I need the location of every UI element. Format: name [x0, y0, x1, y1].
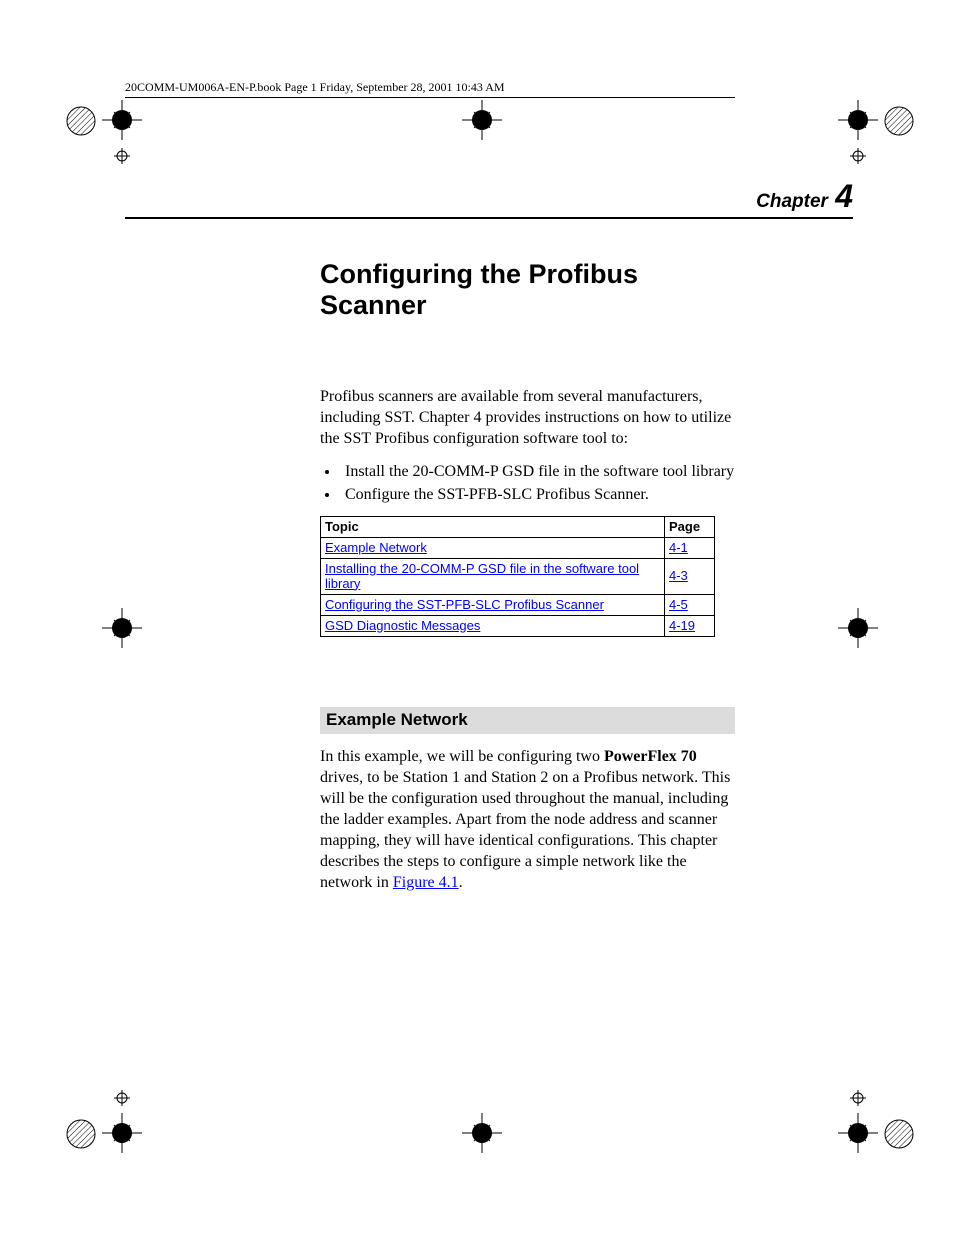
print-hatched-circle-icon [65, 105, 97, 137]
print-tick-icon [850, 1090, 866, 1106]
print-crosshair-icon [102, 1113, 142, 1153]
section-text: drives, to be Station 1 and Station 2 on… [320, 769, 730, 892]
print-crosshair-icon [838, 1113, 878, 1153]
bullet-list: Install the 20-COMM-P GSD file in the so… [340, 461, 740, 505]
print-hatched-circle-icon [883, 1118, 915, 1150]
toc-page-link[interactable]: 4-19 [669, 618, 695, 633]
main-content: Configuring the Profibus Scanner Profibu… [320, 259, 740, 893]
print-crosshair-icon [838, 608, 878, 648]
print-hatched-circle-icon [883, 105, 915, 137]
toc-page-link[interactable]: 4-5 [669, 597, 688, 612]
print-tick-icon [850, 148, 866, 164]
section-heading-wrap: Example Network [320, 707, 740, 734]
toc-link[interactable]: Example Network [325, 540, 427, 555]
print-tick-icon [114, 148, 130, 164]
toc-row: Installing the 20-COMM-P GSD file in the… [321, 558, 715, 594]
bold-text: PowerFlex 70 [604, 748, 697, 765]
toc-row: Configuring the SST-PFB-SLC Profibus Sca… [321, 594, 715, 615]
print-tick-icon [114, 1090, 130, 1106]
print-hatched-circle-icon [65, 1118, 97, 1150]
toc-header-page: Page [665, 516, 715, 537]
section-heading: Example Network [320, 707, 735, 734]
bullet-item: Configure the SST-PFB-SLC Profibus Scann… [340, 484, 740, 506]
bullet-item: Install the 20-COMM-P GSD file in the so… [340, 461, 740, 483]
page-content: 20COMM-UM006A-EN-P.book Page 1 Friday, S… [125, 80, 865, 1170]
chapter-label: Chapter 4 [125, 178, 853, 215]
chapter-title: Configuring the Profibus Scanner [320, 259, 740, 321]
toc-link[interactable]: Configuring the SST-PFB-SLC Profibus Sca… [325, 597, 604, 612]
toc-link[interactable]: GSD Diagnostic Messages [325, 618, 480, 633]
toc-link[interactable]: Installing the 20-COMM-P GSD file in the… [325, 561, 639, 591]
toc-page-link[interactable]: 4-3 [669, 568, 688, 583]
figure-link[interactable]: Figure 4.1 [393, 874, 459, 891]
section-text: In this example, we will be configuring … [320, 748, 604, 765]
print-crosshair-icon [838, 100, 878, 140]
section-paragraph: In this example, we will be configuring … [320, 746, 740, 894]
toc-header-topic: Topic [321, 516, 665, 537]
chapter-word: Chapter [756, 191, 828, 212]
toc-row: Example Network 4-1 [321, 537, 715, 558]
header-rule [125, 97, 735, 98]
chapter-rule [125, 217, 853, 219]
print-crosshair-icon [102, 100, 142, 140]
toc-header-row: Topic Page [321, 516, 715, 537]
intro-paragraph: Profibus scanners are available from sev… [320, 386, 740, 449]
toc-page-link[interactable]: 4-1 [669, 540, 688, 555]
toc-row: GSD Diagnostic Messages 4-19 [321, 615, 715, 636]
section-text: . [459, 874, 463, 891]
book-header-line: 20COMM-UM006A-EN-P.book Page 1 Friday, S… [125, 80, 865, 95]
chapter-number: 4 [835, 178, 853, 214]
print-crosshair-icon [462, 1113, 502, 1153]
print-crosshair-icon [102, 608, 142, 648]
print-crosshair-icon [462, 100, 502, 140]
toc-table: Topic Page Example Network 4-1 Installin… [320, 516, 715, 637]
